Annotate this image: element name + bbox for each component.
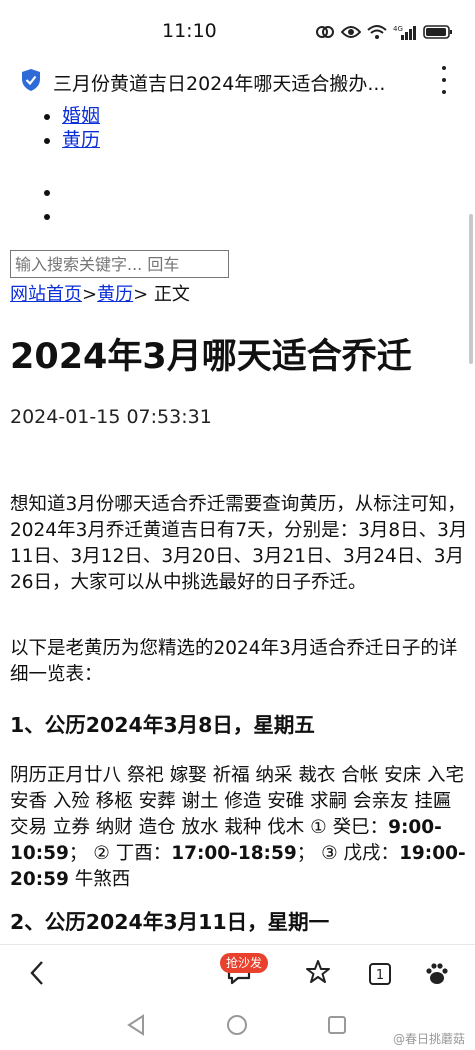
breadcrumb-separator: > bbox=[82, 284, 98, 305]
nav-recents-icon[interactable] bbox=[326, 1014, 348, 1040]
tabs-count: 1 bbox=[376, 968, 384, 983]
article-date: 2024-01-15 07:53:31 bbox=[10, 406, 212, 428]
battery-icon bbox=[423, 24, 453, 40]
back-icon[interactable] bbox=[26, 959, 50, 991]
breadcrumb-current: > 正文 bbox=[133, 284, 190, 305]
nav-item-marriage[interactable]: 婚姻 bbox=[0, 104, 300, 128]
paw-icon[interactable] bbox=[424, 961, 450, 991]
nav-link-marriage[interactable]: 婚姻 bbox=[62, 105, 100, 127]
time-range: 17:00-18:59 bbox=[171, 843, 297, 864]
eye-icon bbox=[341, 25, 361, 39]
nav-item-almanac[interactable]: 黄历 bbox=[0, 128, 300, 152]
browser-toolbar: 抢沙发 1 bbox=[0, 944, 475, 1002]
link-icon bbox=[315, 24, 335, 40]
article-title: 2024年3月哪天适合乔迁 bbox=[10, 337, 412, 377]
empty-list-bullet bbox=[44, 190, 50, 196]
section-body-text: ； ② 丁酉： bbox=[68, 843, 172, 864]
page-title-bar[interactable]: 三月份黄道吉日2024年哪天适合搬办... bbox=[53, 69, 413, 96]
status-icons: 4G bbox=[315, 22, 453, 42]
comment-badge[interactable]: 抢沙发 bbox=[220, 953, 269, 973]
signal-icon: 4G bbox=[393, 24, 417, 40]
web-content: 婚姻 黄历 网站首页>黄历> 正文 2024年3月哪天适合乔迁 2024-01-… bbox=[0, 104, 475, 944]
breadcrumb-home-link[interactable]: 网站首页 bbox=[10, 284, 82, 305]
section-body-text: 牛煞西 bbox=[68, 869, 131, 890]
section-body-text: ； ③ 戊戌： bbox=[296, 843, 400, 864]
star-icon[interactable] bbox=[305, 959, 331, 989]
more-menu-icon[interactable] bbox=[436, 66, 452, 94]
empty-list-bullet bbox=[44, 214, 50, 220]
article-intro: 想知道3月份哪天适合乔迁需要查询黄历，从标注可知，2024年3月乔迁黄道吉日有7… bbox=[10, 494, 468, 593]
status-bar: 11:10 4G bbox=[0, 0, 475, 56]
shield-icon[interactable] bbox=[20, 68, 42, 92]
nav-home-icon[interactable] bbox=[226, 1014, 248, 1040]
article-lead: 以下是老黄历为您精选的2024年3月适合乔迁日子的详细一览表： bbox=[10, 638, 458, 685]
network-label: 4G bbox=[393, 25, 403, 33]
section-heading: 2、公历2024年3月11日，星期一 bbox=[10, 910, 330, 934]
section-heading: 1、公历2024年3月8日，星期五 bbox=[10, 713, 315, 737]
address-bar[interactable]: 三月份黄道吉日2024年哪天适合搬办... bbox=[0, 56, 475, 104]
breadcrumb-section-link[interactable]: 黄历 bbox=[97, 284, 133, 305]
wifi-icon bbox=[367, 24, 387, 40]
nav-link-almanac[interactable]: 黄历 bbox=[62, 129, 100, 151]
watermark: @春日挑蘑菇 bbox=[392, 1032, 465, 1046]
breadcrumb: 网站首页>黄历> 正文 bbox=[10, 280, 190, 306]
nav-list: 婚姻 黄历 bbox=[0, 104, 300, 152]
tabs-icon[interactable]: 1 bbox=[368, 962, 392, 990]
search-input[interactable] bbox=[10, 250, 229, 278]
status-time: 11:10 bbox=[162, 20, 217, 42]
section-body: 阴历正月廿八 祭祀 嫁娶 祈福 纳采 裁衣 合帐 安床 入宅 安香 入殓 移柩 … bbox=[10, 763, 470, 893]
nav-back-icon[interactable] bbox=[126, 1014, 148, 1040]
